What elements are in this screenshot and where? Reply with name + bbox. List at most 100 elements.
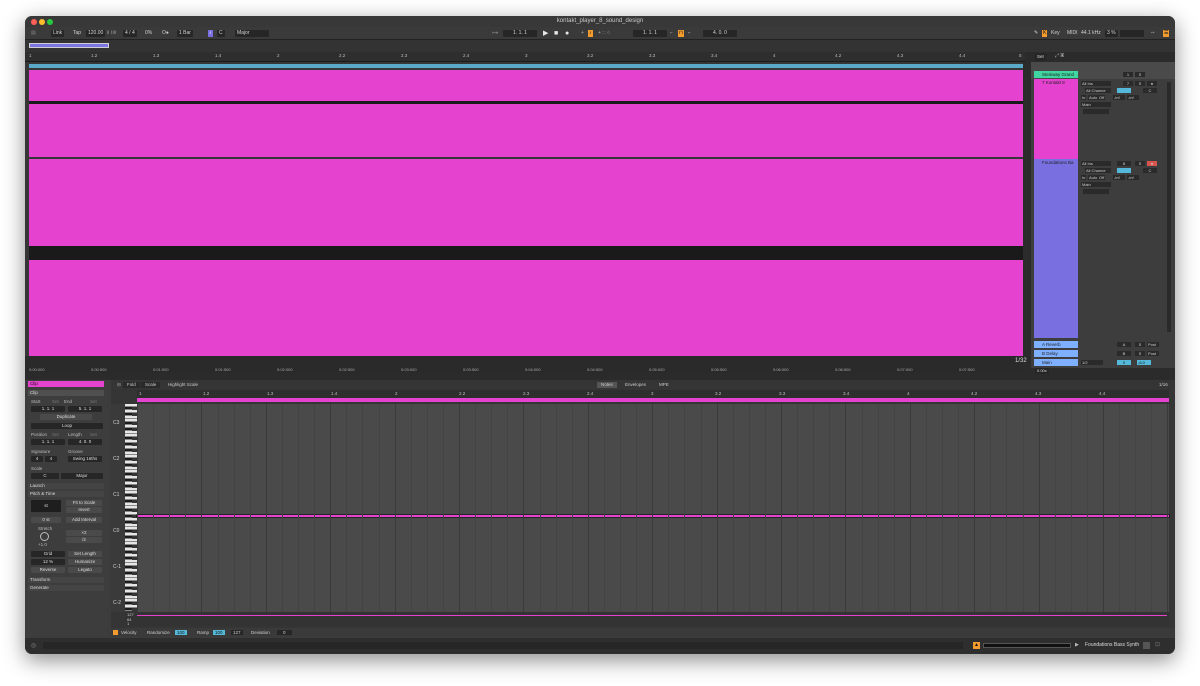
track-number[interactable]: 8 — [1117, 161, 1131, 166]
record-icon[interactable]: ● — [565, 30, 569, 37]
zero-st-button[interactable]: 0 st — [31, 517, 61, 523]
quantize-dropdown[interactable]: 1 Bar — [177, 30, 193, 37]
monitor-in-button[interactable]: In — [1081, 95, 1087, 100]
info-toggle-icon[interactable]: ◎ — [31, 642, 36, 649]
arrangement-overview[interactable] — [25, 40, 1175, 52]
volume-field[interactable]: -inf — [1113, 95, 1125, 100]
arrangement-grid-label[interactable]: 1/32 — [1015, 358, 1027, 364]
scale-mode-icon[interactable]: ♪ — [208, 30, 213, 37]
clip-header[interactable]: Clip — [28, 381, 104, 387]
track-number[interactable]: 7 — [1123, 81, 1133, 86]
punch-in-icon[interactable]: ⌐ — [670, 30, 673, 37]
monitor-off-button[interactable]: Off — [1098, 95, 1106, 100]
generate-section[interactable]: Generate — [28, 585, 104, 591]
overview-viewport[interactable] — [29, 43, 109, 48]
activator-button[interactable] — [1117, 88, 1131, 93]
link-button[interactable]: Link — [51, 30, 65, 37]
menu-icon[interactable]: ☰ — [1163, 30, 1170, 37]
loop-switch-icon[interactable]: ⊓ — [678, 30, 684, 37]
send-knob[interactable]: C — [1143, 88, 1157, 93]
main-volume-field[interactable]: -6.0 — [1137, 360, 1151, 365]
arrangement-area[interactable] — [25, 62, 1023, 356]
output-dropdown[interactable]: Main — [1081, 102, 1111, 107]
ramp-start[interactable]: 100 — [213, 630, 225, 635]
editor-ruler[interactable]: 1 1.2 1.3 1.4 2 2.2 2.3 2.4 3 3.2 3.3 3.… — [137, 390, 1169, 398]
tap-button[interactable]: Tap — [73, 30, 81, 37]
track-name[interactable]: Main — [1034, 359, 1078, 366]
clip-scale-dropdown[interactable]: Major — [61, 473, 103, 479]
track-foundations[interactable]: Foundations Ba All Ins All Channe In Aut… — [1031, 159, 1175, 355]
stop-icon[interactable]: ■ — [554, 30, 558, 37]
clip-end-field[interactable]: 5. 1. 1 — [68, 406, 102, 412]
invert-button[interactable]: Invert — [66, 507, 102, 513]
pan-field[interactable]: -inf — [1127, 95, 1139, 100]
position-set-button[interactable]: Set — [52, 432, 59, 437]
loop-button[interactable]: Loop — [31, 423, 103, 429]
editor-loop-brace[interactable] — [137, 398, 1169, 402]
midi-track-icon[interactable]: ⊡ — [1155, 641, 1160, 648]
time-ruler[interactable]: 0:00:000 0:00:500 0:01:000 0:01:500 0:02… — [25, 356, 1027, 373]
overview-icon[interactable]: ▤ — [31, 30, 36, 37]
track-kontakt[interactable]: 7 Kontakt 8 All Ins All Channe In Auto O… — [1031, 79, 1175, 159]
monitor-auto-button[interactable]: Auto — [1088, 95, 1099, 100]
duplicate-button[interactable]: Duplicate — [40, 414, 92, 420]
track-name[interactable]: A Reverb — [1034, 341, 1078, 348]
reverse-button[interactable]: Reverse — [31, 567, 65, 573]
detail-arrow-icon[interactable]: ▶ — [1075, 642, 1079, 648]
solo-button[interactable]: S — [1135, 72, 1145, 77]
groove-dropdown[interactable]: Swing 16ths — [68, 456, 102, 462]
automation-arm-icon[interactable]: ♪ — [588, 30, 593, 37]
track-number[interactable]: A — [1117, 342, 1131, 347]
loop-start-field[interactable]: 1. 1. 1 — [633, 30, 667, 37]
monitor-in-button[interactable]: In — [1081, 175, 1087, 180]
signature-denominator[interactable]: 4 — [45, 456, 57, 462]
foundations-midi-clip[interactable] — [29, 159, 1023, 356]
track-name[interactable]: Foundations Ba — [1034, 159, 1078, 166]
input-channel-dropdown[interactable]: All Channe — [1085, 168, 1111, 173]
transform-section[interactable]: Transform — [28, 577, 104, 583]
randomize-amount[interactable]: 100 — [175, 630, 187, 635]
arm-button[interactable]: ● — [1147, 161, 1157, 166]
metronome-button[interactable]: O● — [162, 30, 169, 37]
end-set-button[interactable]: Set — [90, 399, 97, 404]
fold-button[interactable]: Fold — [123, 382, 140, 388]
solo-button[interactable]: S — [1135, 161, 1145, 166]
monitor-off-button[interactable]: Off — [1098, 175, 1106, 180]
meter-field[interactable]: 4 / 4 — [123, 30, 137, 37]
velocity-lane[interactable]: 127 64 1 — [125, 612, 1169, 626]
envelopes-tab[interactable]: Envelopes — [621, 382, 650, 388]
loop-length-field[interactable]: 4. 0. 0 — [703, 30, 737, 37]
solo-button[interactable]: S — [1135, 342, 1145, 347]
highlight-scale-button[interactable]: Highlight Scale — [164, 382, 202, 388]
piano-key[interactable] — [125, 608, 132, 611]
arrangement-view-icons[interactable]: ⤢ ▣ — [1055, 53, 1064, 59]
selected-instrument[interactable]: Foundations Bass Synth — [1085, 642, 1139, 648]
scale-button[interactable]: Scale — [141, 382, 161, 388]
track-name[interactable]: 7 Kontakt 8 — [1034, 79, 1078, 86]
zoom-field[interactable]: 0.00x — [1035, 368, 1049, 374]
activator-button[interactable] — [1117, 168, 1131, 173]
halve-button[interactable]: /2 — [66, 537, 102, 543]
play-icon[interactable]: ▶ — [543, 30, 548, 37]
double-button[interactable]: ×2 — [66, 530, 102, 536]
detail-view-toggle-icon[interactable] — [1143, 642, 1150, 649]
position-field[interactable]: 1. 1. 1 — [503, 30, 537, 37]
input-type-dropdown[interactable]: All Ins — [1081, 161, 1111, 166]
cpu-warning-icon[interactable]: ▲ — [973, 642, 980, 649]
monitor-auto-button[interactable]: Auto — [1088, 175, 1099, 180]
randomize-button[interactable]: Randomize — [147, 630, 170, 635]
key-dropdown[interactable]: C — [217, 30, 225, 37]
input-type-dropdown[interactable]: All Ins — [1081, 81, 1111, 86]
pan-field[interactable]: -inf — [1127, 175, 1139, 180]
post-button[interactable]: Post — [1147, 351, 1159, 356]
arm-button[interactable]: ● — [1147, 81, 1157, 86]
ramp-button[interactable]: Ramp — [197, 630, 209, 635]
humanize-amount[interactable]: 12 % — [31, 559, 65, 565]
beat-ruler[interactable]: 1 1.2 1.3 1.4 2 2.2 2.3 2.4 3 3.2 3.3 3.… — [25, 52, 1025, 62]
humanize-button[interactable]: Humanize — [68, 559, 102, 565]
legato-button[interactable]: Legato — [68, 567, 102, 573]
deviation-field[interactable]: 0 — [277, 630, 292, 635]
clip-key-dropdown[interactable]: C — [31, 473, 59, 479]
midi-map-label[interactable]: MIDI — [1067, 30, 1078, 37]
pitch-time-section[interactable]: Pitch & Time — [28, 491, 104, 497]
